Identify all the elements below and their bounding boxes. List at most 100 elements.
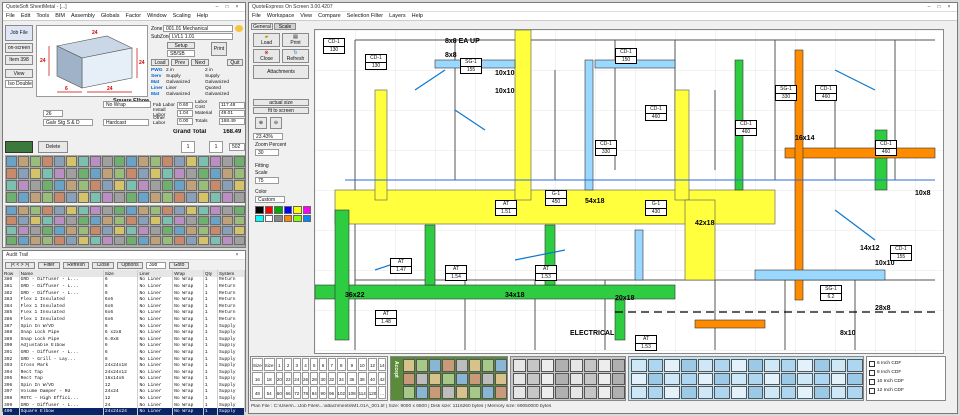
diffuser-tag[interactable]: G-1 430	[645, 200, 667, 216]
fitting-tile[interactable]	[198, 156, 209, 167]
fitting-tile[interactable]	[198, 192, 209, 203]
diffuser-tag[interactable]: CD-1 330	[595, 140, 617, 156]
fitting-tile[interactable]	[611, 386, 625, 399]
fitting-tile[interactable]	[697, 386, 714, 399]
gear-icon[interactable]	[235, 25, 243, 32]
fitting-tile[interactable]	[54, 216, 65, 225]
size-button[interactable]: 8	[336, 358, 347, 371]
color-swatch[interactable]	[283, 206, 292, 214]
fitting-tile[interactable]	[174, 236, 185, 245]
fitting-tile[interactable]	[18, 180, 29, 191]
size-button[interactable]: 34	[336, 372, 347, 385]
menu-file[interactable]: File	[6, 13, 15, 19]
fitting-tile[interactable]	[481, 372, 494, 386]
accept-label[interactable]: Accept	[393, 361, 399, 378]
custom-color-select[interactable]: Custom	[255, 196, 285, 203]
fitting-tile[interactable]	[6, 168, 17, 179]
fitting-tile[interactable]	[830, 386, 847, 399]
menu-help[interactable]: Help	[412, 13, 423, 19]
quit-button[interactable]: Quit	[227, 59, 243, 66]
fitting-tile[interactable]	[90, 206, 101, 215]
fitting-tile[interactable]	[442, 386, 455, 399]
fitting-tile[interactable]	[647, 359, 664, 372]
fitting-tile[interactable]	[680, 372, 697, 386]
fitting-tile[interactable]	[631, 386, 647, 399]
diffuser-tag[interactable]: CD-1 130	[365, 54, 387, 70]
fitting-tile[interactable]	[126, 206, 137, 215]
size-button[interactable]: 28	[310, 372, 319, 385]
fitting-tile[interactable]	[90, 156, 101, 167]
fitting-tile[interactable]	[30, 236, 41, 245]
fitting-tile[interactable]	[30, 168, 41, 179]
fitting-tile[interactable]	[847, 359, 863, 372]
fitting-tile[interactable]	[6, 236, 17, 245]
fitting-tile[interactable]	[569, 372, 583, 386]
fitting-tile[interactable]	[680, 359, 697, 372]
size-button[interactable]: 48	[252, 386, 263, 399]
fitting-tile[interactable]	[150, 236, 161, 245]
zoom-percent-field[interactable]: 30	[255, 149, 279, 156]
fitting-tile[interactable]	[138, 236, 149, 245]
fitting-tile[interactable]	[138, 216, 149, 225]
nav-arrows[interactable]	[5, 141, 33, 153]
fitting-tile[interactable]	[126, 180, 137, 191]
diffuser-tag[interactable]: AT 1.53	[635, 335, 657, 351]
fitting-tile[interactable]	[138, 156, 149, 167]
fitting-tile[interactable]	[416, 372, 429, 386]
fitting-tile[interactable]	[66, 236, 77, 245]
fitting-tile[interactable]	[102, 168, 113, 179]
fitting-tile[interactable]	[664, 386, 680, 399]
menu-factor[interactable]: Factor	[125, 13, 141, 19]
fitting-tile[interactable]	[697, 359, 714, 372]
fitting-tile[interactable]	[222, 216, 233, 225]
fitting-tile[interactable]	[555, 359, 569, 372]
fitting-tile[interactable]	[174, 226, 185, 235]
fitting-tile[interactable]	[90, 192, 101, 203]
table-row[interactable]: 395 Rect Tap 16x14x6 No Liner No Wrap 1 Supply	[3, 375, 246, 383]
fitting-tile[interactable]	[138, 206, 149, 215]
size-button[interactable]: 2	[284, 358, 292, 371]
fitting-tile[interactable]	[747, 359, 764, 372]
fitting-tile[interactable]	[847, 372, 863, 386]
fitting-tile[interactable]	[6, 216, 17, 225]
fitting-tile[interactable]	[468, 386, 481, 399]
fitting-tile[interactable]	[210, 168, 221, 179]
diffuser-tag[interactable]: AT 1.53	[535, 265, 557, 281]
fitting-tile[interactable]	[198, 180, 209, 191]
fitting-tile[interactable]	[555, 372, 569, 386]
fitting-tile[interactable]	[583, 386, 597, 399]
fitting-tile[interactable]	[186, 180, 197, 191]
prev-button[interactable]: Prev	[171, 59, 189, 66]
size-button[interactable]: 114	[357, 386, 367, 399]
fitting-tile[interactable]	[541, 359, 555, 372]
fitting-tile[interactable]	[198, 206, 209, 215]
fitting-tile[interactable]	[186, 192, 197, 203]
fitting-tile[interactable]	[198, 216, 209, 225]
fitting-tile[interactable]	[541, 372, 555, 386]
fitting-tile[interactable]	[114, 192, 125, 203]
fitting-tile[interactable]	[114, 168, 125, 179]
fitting-tile[interactable]	[90, 216, 101, 225]
filter-button[interactable]: Filter	[38, 261, 60, 269]
fitting-tile[interactable]	[162, 216, 173, 225]
fitting-tile[interactable]	[102, 180, 113, 191]
size-button[interactable]: 7	[327, 358, 336, 371]
fitting-tile[interactable]	[513, 386, 527, 399]
fitting-tile[interactable]	[527, 372, 541, 386]
fitting-tile[interactable]	[174, 180, 185, 191]
diffuser-tag[interactable]: CD-1 460	[645, 105, 667, 121]
fitting-tile[interactable]	[186, 156, 197, 167]
fitting-tile[interactable]	[30, 216, 41, 225]
fitting-tile[interactable]	[764, 386, 780, 399]
fitting-tile[interactable]	[18, 168, 29, 179]
size-button[interactable]: 40	[367, 372, 378, 385]
fitting-tile[interactable]	[631, 372, 647, 386]
fitting-tile[interactable]	[730, 372, 747, 386]
zoom-out-icon[interactable]: ⊖	[270, 117, 282, 129]
menu-selection-filter[interactable]: Selection Filter	[347, 13, 383, 19]
plan-drawing[interactable]: 8x8 EA UP8x810x1010x1016x1410x1454x1842x…	[314, 29, 944, 354]
size-button[interactable]: 9	[347, 358, 357, 371]
fitting-tile[interactable]	[126, 226, 137, 235]
fitting-tile[interactable]	[222, 206, 233, 215]
maximize-icon[interactable]: □	[222, 4, 232, 10]
